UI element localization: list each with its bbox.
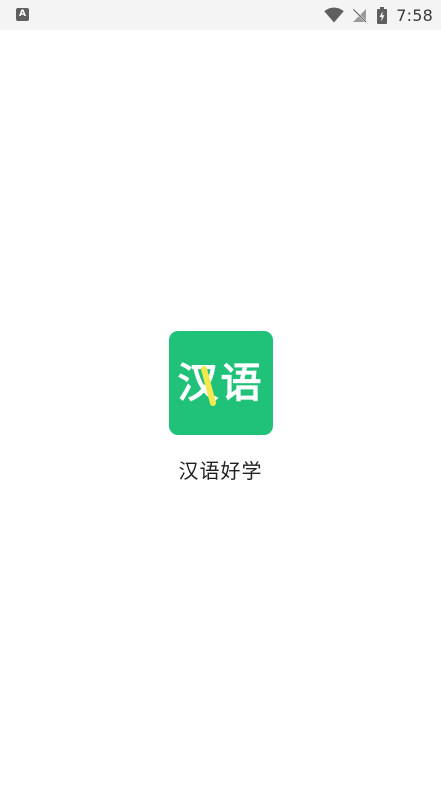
wifi-icon — [324, 7, 344, 23]
no-signal-icon — [352, 8, 368, 23]
splash-screen: A 7:58 汉 语 汉语好学 — [0, 0, 441, 787]
logo-accent-stroke — [200, 366, 216, 406]
app-name: 汉语好学 — [178, 459, 263, 483]
battery-charging-icon — [377, 6, 388, 24]
app-logo: 汉 语 — [168, 331, 273, 435]
status-icons: 7:58 — [324, 0, 433, 30]
notification-badge-icon: A — [16, 8, 29, 21]
splash-content: 汉 语 汉语好学 — [0, 331, 441, 484]
status-bar: A 7:58 — [0, 0, 441, 30]
clock: 7:58 — [396, 5, 433, 25]
